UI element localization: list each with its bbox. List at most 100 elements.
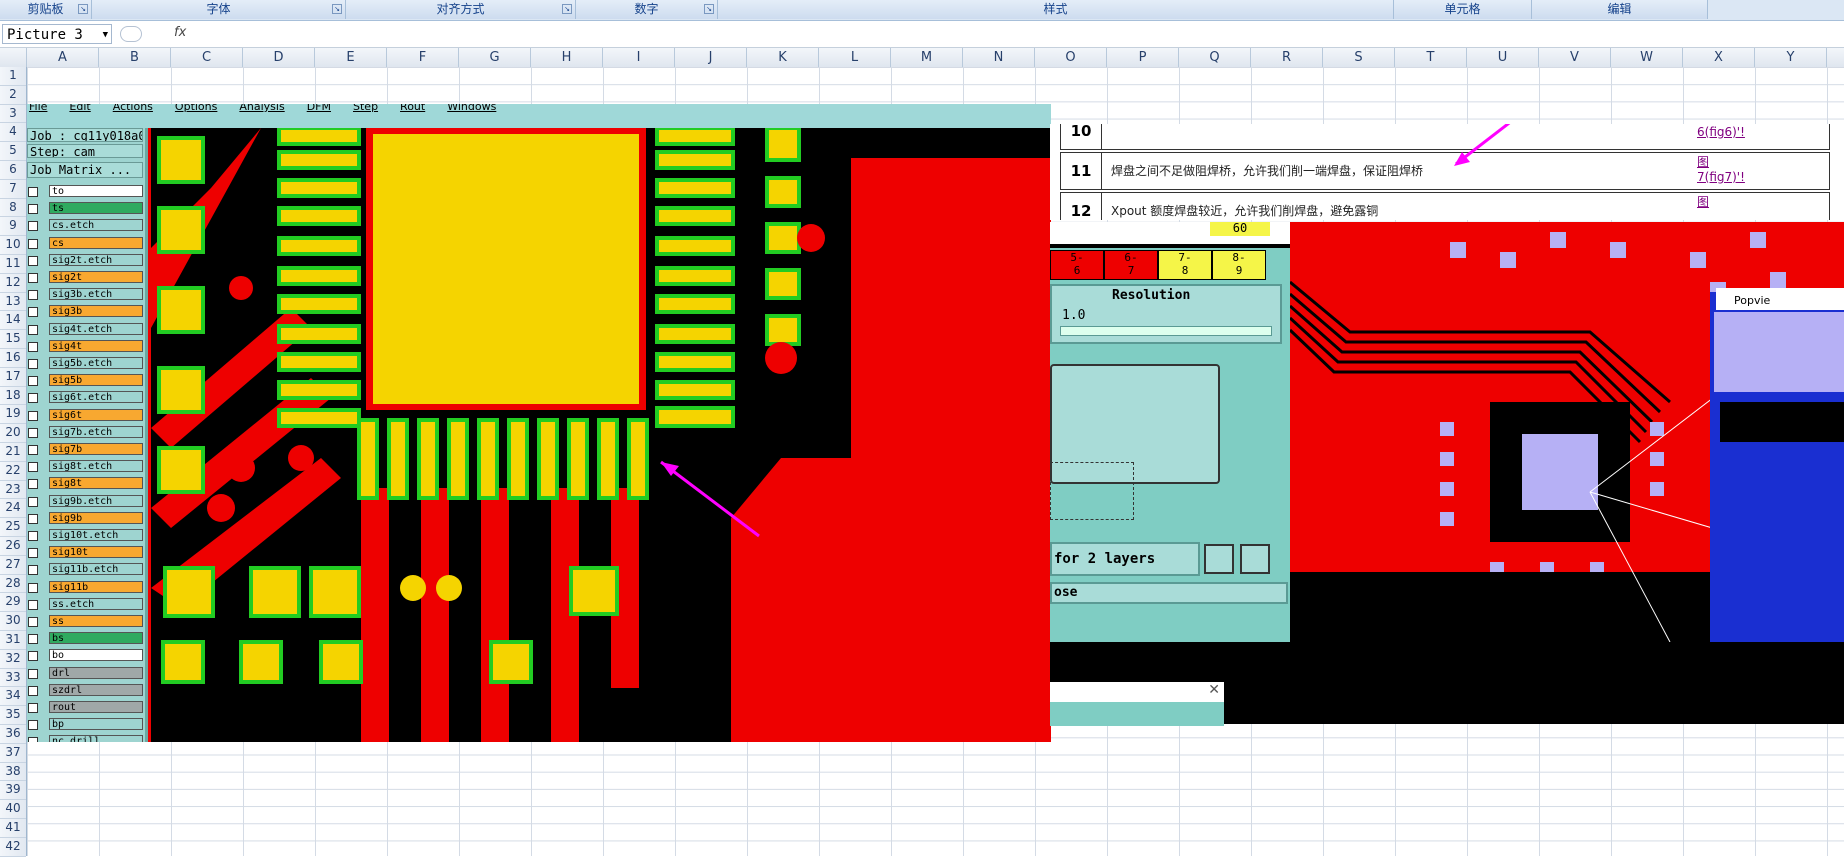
layer-name[interactable]: sig3b <box>49 305 143 318</box>
layer-checkbox[interactable] <box>28 359 38 369</box>
row-header-4[interactable]: 4 <box>0 123 26 143</box>
fx-icon[interactable]: fx <box>174 25 186 40</box>
layer-checkbox[interactable] <box>28 617 38 627</box>
layer-name[interactable]: sig9b <box>49 511 143 524</box>
row-header-38[interactable]: 38 <box>0 763 26 782</box>
row-header-28[interactable]: 28 <box>0 575 26 594</box>
layer-row[interactable]: sig8t <box>27 476 145 490</box>
layer-checkbox[interactable] <box>28 255 38 266</box>
column-header-n[interactable]: N <box>963 48 1035 67</box>
row-header-10[interactable]: 10 <box>0 236 26 255</box>
layer-name[interactable]: sig4t <box>49 339 143 352</box>
layer-name[interactable]: sig10t.etch <box>49 529 143 541</box>
row-header-14[interactable]: 14 <box>0 311 26 331</box>
column-header-g[interactable]: G <box>459 48 531 67</box>
layers-button[interactable]: for 2 layers <box>1050 542 1200 576</box>
layer-name[interactable]: nc_drill <box>49 735 143 742</box>
column-header-l[interactable]: L <box>819 48 891 67</box>
dialog-launcher-icon[interactable]: ↘ <box>332 4 342 14</box>
job-matrix-button[interactable]: Job Matrix ... <box>27 162 143 178</box>
ribbon-group-number[interactable]: 数字 ↘ <box>576 0 718 19</box>
column-header-v[interactable]: V <box>1539 48 1611 67</box>
layer-row[interactable]: sig4t <box>27 339 145 353</box>
layer-name[interactable]: sig7b.etch <box>49 425 143 438</box>
layer-checkbox[interactable] <box>28 376 38 387</box>
dialog-launcher-icon[interactable]: ↘ <box>704 4 714 14</box>
layer-row[interactable]: sig11b <box>27 580 145 594</box>
cam-menu-item[interactable]: File <box>29 104 47 113</box>
row-header-2[interactable]: 2 <box>0 86 26 105</box>
layer-name[interactable]: bp <box>49 718 143 731</box>
row-header-5[interactable]: 5 <box>0 142 26 161</box>
layer-checkbox[interactable] <box>28 238 38 249</box>
layer-checkbox[interactable] <box>28 513 38 524</box>
layer-row[interactable]: nc_drill <box>27 734 145 742</box>
layer-name[interactable]: sig4t.etch <box>49 322 143 335</box>
row-header-13[interactable]: 13 <box>0 293 26 312</box>
column-header-a[interactable]: A <box>27 48 99 67</box>
layer-checkbox[interactable] <box>28 548 38 559</box>
cam-menu-item[interactable]: Actions <box>113 104 153 113</box>
tool-icon[interactable] <box>1240 544 1270 574</box>
close-icon[interactable]: ✕ <box>1208 682 1220 698</box>
layer-row[interactable]: sig8t.etch <box>27 459 145 473</box>
row-header-7[interactable]: 7 <box>0 180 26 199</box>
layer-checkbox[interactable] <box>28 634 38 645</box>
row-header-39[interactable]: 39 <box>0 781 26 801</box>
layer-pair-cell[interactable]: 7- 8 <box>1158 250 1212 280</box>
row-header-15[interactable]: 15 <box>0 330 26 349</box>
layer-checkbox[interactable] <box>28 393 38 404</box>
pcb-board-view[interactable] <box>151 128 1051 742</box>
layer-row[interactable]: cs.etch <box>27 218 145 232</box>
layer-name[interactable]: sig5b <box>49 374 143 387</box>
layer-checkbox[interactable] <box>28 479 38 490</box>
layer-row[interactable]: bp <box>27 717 145 731</box>
layer-checkbox[interactable] <box>28 651 38 662</box>
column-header-r[interactable]: R <box>1251 48 1323 67</box>
layer-name[interactable]: sig7b <box>49 443 143 455</box>
layer-name[interactable]: sig11b.etch <box>49 563 143 576</box>
layer-row[interactable]: sig5b <box>27 373 145 387</box>
layer-name[interactable]: cs.etch <box>49 219 143 232</box>
layer-row[interactable]: sig7b.etch <box>27 425 145 439</box>
layer-name[interactable]: ts <box>49 202 143 215</box>
row-header-24[interactable]: 24 <box>0 499 26 519</box>
layer-checkbox[interactable] <box>28 599 38 610</box>
row-header-31[interactable]: 31 <box>0 631 26 650</box>
ribbon-group-styles[interactable]: 样式 <box>718 0 1394 19</box>
row-header-17[interactable]: 17 <box>0 368 26 387</box>
layer-row[interactable]: szdrl <box>27 683 145 697</box>
layer-row[interactable]: sig4t.etch <box>27 322 145 336</box>
insert-function-button[interactable]: fx <box>120 25 190 43</box>
row-header-36[interactable]: 36 <box>0 725 26 744</box>
column-header-t[interactable]: T <box>1395 48 1467 67</box>
column-header-m[interactable]: M <box>891 48 963 67</box>
layer-name[interactable]: sig8t <box>49 477 143 490</box>
resolution-slider[interactable] <box>1060 326 1272 336</box>
cam-menu-item[interactable]: Options <box>175 104 217 113</box>
cam-menu-item[interactable]: Windows <box>447 104 496 113</box>
row-header-23[interactable]: 23 <box>0 481 26 500</box>
row-header-41[interactable]: 41 <box>0 819 26 838</box>
cam-menu-item[interactable]: Rout <box>400 104 425 113</box>
row-header-25[interactable]: 25 <box>0 518 26 537</box>
layer-row[interactable]: drl <box>27 666 145 680</box>
column-header-x[interactable]: X <box>1683 48 1755 67</box>
dialog-launcher-icon[interactable]: ↘ <box>562 4 572 14</box>
layer-row[interactable]: sig10t.etch <box>27 528 145 542</box>
layer-row[interactable]: sig10t <box>27 545 145 559</box>
column-header-w[interactable]: W <box>1611 48 1683 67</box>
layer-name[interactable]: sig2t <box>49 271 143 283</box>
row-header-37[interactable]: 37 <box>0 744 26 763</box>
layer-name[interactable]: ss.etch <box>49 597 143 610</box>
chevron-down-icon[interactable]: ▼ <box>103 25 108 45</box>
row-header-20[interactable]: 20 <box>0 424 26 443</box>
ribbon-group-clipboard[interactable]: 剪贴板 ↘ <box>0 0 92 19</box>
column-header-u[interactable]: U <box>1467 48 1539 67</box>
layer-checkbox[interactable] <box>28 737 38 742</box>
column-header-s[interactable]: S <box>1323 48 1395 67</box>
name-box[interactable]: Picture 3 ▼ <box>2 24 112 44</box>
layer-row[interactable]: sig7b <box>27 442 145 456</box>
cam-screenshot-picture[interactable]: File Edit Actions Options Analysis DFM Step Rou… <box>27 104 1051 742</box>
row-header-26[interactable]: 26 <box>0 537 26 556</box>
